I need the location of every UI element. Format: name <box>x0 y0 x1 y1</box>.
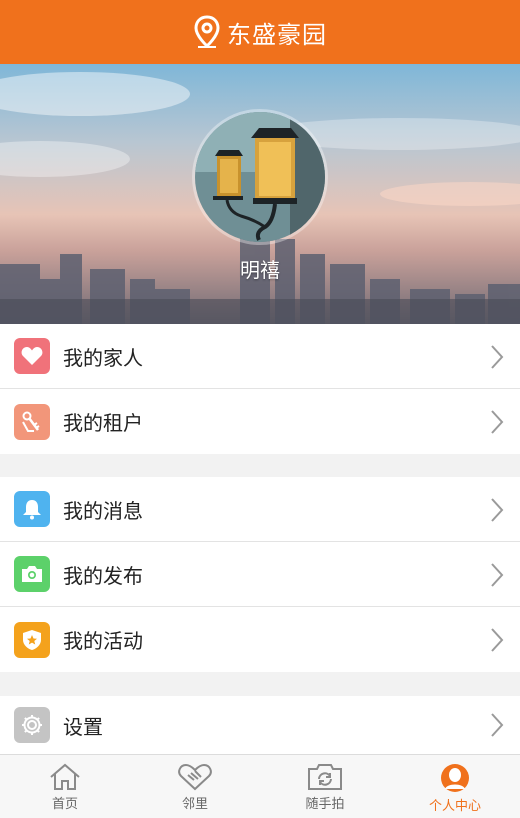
avatar[interactable] <box>195 112 325 242</box>
handshake-icon <box>178 763 212 791</box>
chevron-right-icon <box>491 713 504 737</box>
person-icon <box>441 764 469 792</box>
key-tag-icon <box>14 403 50 440</box>
menu-item-messages[interactable]: 我的消息 <box>0 477 520 542</box>
profile-banner: 明禧 <box>0 64 520 324</box>
heart-icon <box>14 338 50 374</box>
menu-item-label: 我的家人 <box>63 345 143 370</box>
menu-group-settings: 设置 <box>0 696 520 754</box>
chevron-right-icon <box>491 345 504 369</box>
star-badge-icon <box>14 621 50 658</box>
menu-item-label: 我的租户 <box>63 411 143 435</box>
tab-profile[interactable]: 个人中心 <box>390 755 520 818</box>
menu-item-family[interactable]: 我的家人 <box>0 324 520 389</box>
gear-icon <box>14 707 50 743</box>
menu-group-family: 我的家人 我的租户 <box>0 324 520 454</box>
tab-label: 邻里 <box>181 797 208 812</box>
app-header: 东盛豪园 <box>0 0 520 64</box>
camera-icon <box>14 556 50 592</box>
menu-item-label: 我的消息 <box>63 498 143 523</box>
chevron-right-icon <box>491 563 504 587</box>
home-icon <box>50 763 80 790</box>
street-lamp-photo <box>195 112 325 242</box>
tab-snapshot[interactable]: 随手拍 <box>260 755 390 818</box>
tab-label: 随手拍 <box>305 797 345 812</box>
bottom-tab-bar: 首页 邻里 随手拍 个人中心 <box>0 754 520 818</box>
chevron-right-icon <box>491 410 504 434</box>
chevron-right-icon <box>491 628 504 652</box>
bell-icon <box>14 491 50 527</box>
tab-home[interactable]: 首页 <box>0 755 130 818</box>
tab-neighbors[interactable]: 邻里 <box>130 755 260 818</box>
menu-item-label: 设置 <box>63 714 103 739</box>
camera-refresh-icon <box>308 764 342 790</box>
tab-label: 个人中心 <box>428 799 481 814</box>
page-title: 东盛豪园 <box>227 20 327 49</box>
user-name: 明禧 <box>240 258 280 282</box>
menu-item-posts[interactable]: 我的发布 <box>0 542 520 607</box>
menu-group-activity: 我的消息 我的发布 我的活动 <box>0 477 520 672</box>
chevron-right-icon <box>491 498 504 522</box>
menu-item-settings[interactable]: 设置 <box>0 696 520 754</box>
location-pin-icon <box>194 15 220 49</box>
menu-item-tenants[interactable]: 我的租户 <box>0 389 520 454</box>
menu-item-label: 我的活动 <box>63 629 143 653</box>
menu-item-events[interactable]: 我的活动 <box>0 607 520 672</box>
tab-label: 首页 <box>51 797 78 812</box>
menu-item-label: 我的发布 <box>63 563 143 588</box>
